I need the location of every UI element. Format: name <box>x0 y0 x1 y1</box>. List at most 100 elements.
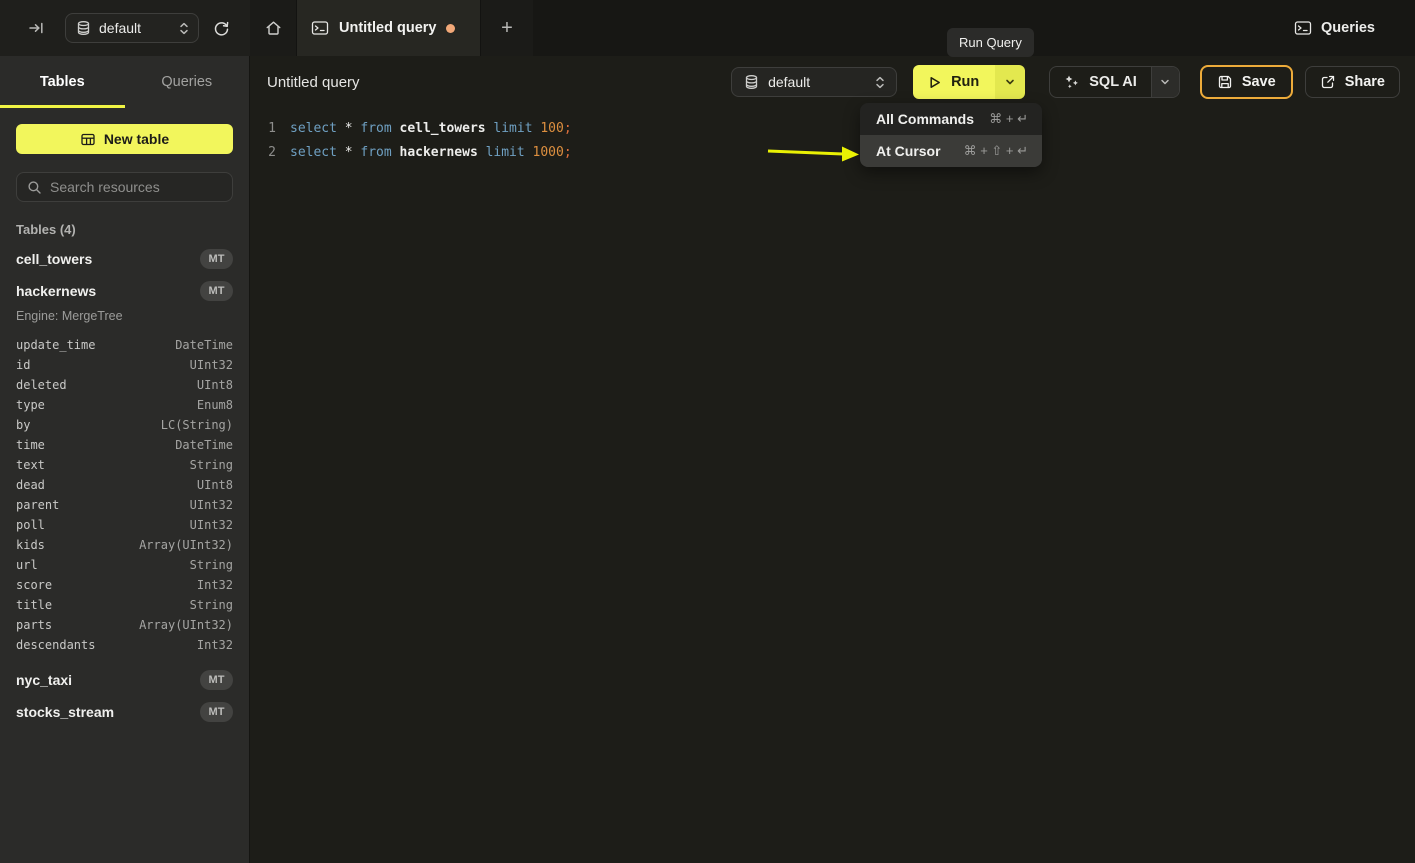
menu-item-shortcut: ⌘ + ↵ <box>989 111 1028 127</box>
sql-keyword: select <box>290 121 337 136</box>
table-name: nyc_taxi <box>16 672 72 688</box>
refresh-button[interactable] <box>209 16 234 41</box>
sql-ai-split-button: SQL AI <box>1049 66 1180 98</box>
column-type: Enum8 <box>197 398 233 412</box>
database-icon <box>76 20 91 36</box>
engine-badge: MT <box>200 281 233 301</box>
database-selector-toolbar[interactable]: default <box>731 67 897 97</box>
home-button[interactable] <box>250 0 296 56</box>
code-line-2: 2 select*fromhackernewslimit1000; <box>250 140 1415 164</box>
terminal-icon <box>311 20 329 36</box>
main-panel: Untitled query default <box>250 56 1415 863</box>
column-type: UInt32 <box>190 518 233 532</box>
sidebar-tabs: Tables Queries <box>0 56 249 108</box>
search-resources-box <box>16 172 233 202</box>
menu-item-at-cursor[interactable]: At Cursor ⌘ + ⇧ + ↵ <box>860 135 1042 167</box>
sparkles-icon <box>1064 74 1080 90</box>
menu-item-label: All Commands <box>876 111 974 127</box>
run-button[interactable]: Run <box>913 65 995 99</box>
column-row: parent UInt32 <box>16 495 233 515</box>
column-name: deleted <box>16 378 67 392</box>
sql-keyword: limit <box>486 145 525 160</box>
run-query-tooltip: Run Query <box>947 28 1034 57</box>
search-resources-input[interactable] <box>50 179 231 195</box>
column-type: Int32 <box>197 638 233 652</box>
menu-item-all-commands[interactable]: All Commands ⌘ + ↵ <box>860 103 1042 135</box>
database-selector-value: default <box>99 20 178 36</box>
column-row: id UInt32 <box>16 355 233 375</box>
queries-button[interactable]: Queries <box>1294 20 1375 36</box>
table-row-hackernews[interactable]: hackernews MT <box>16 275 233 307</box>
column-name: id <box>16 358 30 372</box>
column-name: dead <box>16 478 45 492</box>
column-row: update_time DateTime <box>16 335 233 355</box>
save-button-label: Save <box>1242 74 1276 90</box>
top-bar-left: default <box>0 0 250 56</box>
column-name: descendants <box>16 638 95 652</box>
sidebar-tab-queries[interactable]: Queries <box>125 56 250 108</box>
run-button-label: Run <box>951 74 979 90</box>
run-query-tooltip-label: Run Query <box>959 35 1022 50</box>
sql-ai-options-caret[interactable] <box>1151 67 1179 97</box>
line-number: 1 <box>250 121 276 136</box>
column-type: Int32 <box>197 578 233 592</box>
sql-ai-button-label: SQL AI <box>1089 74 1137 90</box>
column-name: poll <box>16 518 45 532</box>
sql-semicolon: ; <box>564 121 572 136</box>
share-button[interactable]: Share <box>1305 66 1400 98</box>
sql-table-name: cell_towers <box>400 121 486 136</box>
menu-item-shortcut: ⌘ + ⇧ + ↵ <box>964 143 1028 159</box>
column-row: poll UInt32 <box>16 515 233 535</box>
column-list: update_time DateTime id UInt32 deleted U… <box>16 335 233 655</box>
column-type: DateTime <box>175 438 233 452</box>
table-row-stocks-stream[interactable]: stocks_stream MT <box>16 696 233 728</box>
column-name: type <box>16 398 45 412</box>
sql-keyword: limit <box>493 121 532 136</box>
tables-section-title: Tables (4) <box>16 222 233 237</box>
column-name: update_time <box>16 338 95 352</box>
column-row: deleted UInt8 <box>16 375 233 395</box>
table-row-nyc-taxi[interactable]: nyc_taxi MT <box>16 664 233 696</box>
sidebar-tab-tables-label: Tables <box>40 74 85 90</box>
database-selector-value: default <box>768 74 874 90</box>
database-selector-topbar[interactable]: default <box>65 13 199 43</box>
column-type: UInt32 <box>190 498 233 512</box>
engine-badge: MT <box>200 249 233 269</box>
column-row: by LC(String) <box>16 415 233 435</box>
engine-badge: MT <box>200 702 233 722</box>
run-options-caret[interactable] <box>995 65 1025 99</box>
new-tab-button[interactable]: + <box>481 0 533 56</box>
table-name: cell_towers <box>16 251 92 267</box>
sidebar-tab-tables[interactable]: Tables <box>0 56 125 108</box>
chevron-down-icon <box>1159 76 1171 88</box>
share-icon <box>1320 74 1336 90</box>
refresh-icon <box>213 20 230 37</box>
column-type: UInt32 <box>190 358 233 372</box>
sql-editor[interactable]: 1 select*fromcell_towerslimit100; 2 sele… <box>250 108 1415 863</box>
line-number: 2 <box>250 145 276 160</box>
column-type: String <box>190 558 233 572</box>
table-row-cell-towers[interactable]: cell_towers MT <box>16 243 233 275</box>
column-row: parts Array(UInt32) <box>16 615 233 635</box>
query-header: Untitled query default <box>250 56 1415 108</box>
database-icon <box>744 74 759 90</box>
new-table-button-label: New table <box>104 131 169 147</box>
collapse-sidebar-button[interactable] <box>24 16 49 40</box>
plus-icon: + <box>501 17 513 40</box>
column-row: kids Array(UInt32) <box>16 535 233 555</box>
collapse-sidebar-icon <box>28 20 45 36</box>
top-bar: default <box>0 0 1415 56</box>
sql-star: * <box>345 121 353 136</box>
sql-keyword: from <box>360 145 391 160</box>
new-table-button[interactable]: New table <box>16 124 233 154</box>
column-type: UInt8 <box>197 378 233 392</box>
column-name: kids <box>16 538 45 552</box>
save-button[interactable]: Save <box>1200 65 1293 99</box>
tab-untitled-query[interactable]: Untitled query <box>296 0 481 56</box>
queries-button-label: Queries <box>1321 20 1375 36</box>
sql-ai-button[interactable]: SQL AI <box>1050 67 1151 97</box>
column-row: time DateTime <box>16 435 233 455</box>
column-row: score Int32 <box>16 575 233 595</box>
tab-strip: Untitled query + <box>250 0 533 56</box>
column-name: score <box>16 578 52 592</box>
